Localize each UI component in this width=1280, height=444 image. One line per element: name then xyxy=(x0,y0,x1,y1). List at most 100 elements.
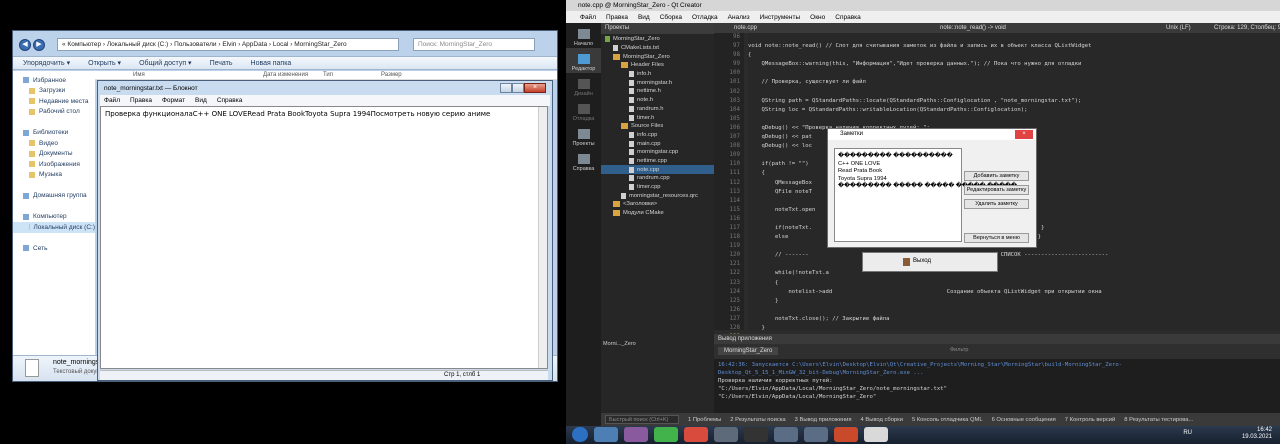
taskbar-qt-icon[interactable] xyxy=(654,427,678,442)
editor-tab-note-cpp[interactable]: note.cpp xyxy=(734,23,757,33)
column-type[interactable]: Тип xyxy=(323,72,333,78)
status-tab[interactable]: 7 Контроль версий xyxy=(1065,417,1115,423)
menu-edit[interactable]: Правка xyxy=(130,97,152,104)
open-button[interactable]: Открыть ▾ xyxy=(88,59,121,67)
column-name[interactable]: Имя xyxy=(133,72,145,78)
column-date[interactable]: Дата изменения xyxy=(263,72,308,78)
forward-icon[interactable]: ▶ xyxy=(33,39,45,51)
mode-2[interactable]: Дизайн xyxy=(566,73,601,98)
back-icon[interactable]: ◀ xyxy=(19,39,31,51)
taskbar-app2-icon[interactable] xyxy=(834,427,858,442)
sidebar-item[interactable]: Библиотеки xyxy=(13,128,95,139)
projects-header[interactable]: Проекты xyxy=(601,23,714,34)
build-target[interactable]: Morni..._Zero xyxy=(603,341,636,347)
tree-item[interactable]: nettime.cpp xyxy=(601,157,714,166)
maximize-button[interactable] xyxy=(512,82,524,93)
status-tab[interactable]: 8 Результаты тестирова... xyxy=(1124,417,1193,423)
sidebar-item[interactable]: Рабочий стол xyxy=(13,107,95,118)
qt-menu-item[interactable]: Справка xyxy=(835,14,861,21)
clock[interactable]: 16:42 19.03.2021 xyxy=(1242,427,1272,441)
status-tab[interactable]: 3 Вывод приложения xyxy=(795,417,852,423)
tree-item[interactable]: morningstar.cpp xyxy=(601,148,714,157)
taskbar-explorer-icon[interactable] xyxy=(594,427,618,442)
tree-item[interactable]: timer.h xyxy=(601,113,714,122)
tree-item[interactable]: note.h xyxy=(601,96,714,105)
vertical-scrollbar[interactable] xyxy=(538,107,547,368)
notes-list[interactable]: ��������� ���������� C++ ONE LOVE Read Pra… xyxy=(834,148,1017,242)
taskbar-app3-icon[interactable] xyxy=(864,427,888,442)
taskbar-cm-icon[interactable] xyxy=(744,427,768,442)
sidebar-item[interactable]: Локальный диск (C:) xyxy=(13,222,95,233)
qt-menu-item[interactable]: Правка xyxy=(606,14,628,21)
tree-item[interactable]: nettime.h xyxy=(601,87,714,96)
locator-input[interactable]: Быстрый поиск (Ctrl+K) xyxy=(605,415,679,424)
qt-menu-item[interactable]: Анализ xyxy=(728,14,750,21)
sidebar-item[interactable]: Компьютер xyxy=(13,212,95,223)
tree-item[interactable]: main.cpp xyxy=(601,139,714,148)
tree-item[interactable]: timer.cpp xyxy=(601,183,714,192)
taskbar-vs-icon[interactable] xyxy=(624,427,648,442)
address-bar[interactable]: « Компьютер › Локальный диск (C:) › Поль… xyxy=(57,38,399,51)
sidebar-item[interactable]: Музыка xyxy=(13,170,95,181)
mode-4[interactable]: Проекты xyxy=(566,123,601,148)
note-item[interactable]: Toyota Supra 1994 xyxy=(835,176,961,184)
tree-item[interactable]: randrum.h xyxy=(601,105,714,114)
print-button[interactable]: Печать xyxy=(210,60,233,67)
menu-view[interactable]: Вид xyxy=(195,97,207,104)
exit-button[interactable]: Выход xyxy=(913,258,931,264)
tree-item[interactable]: info.cpp xyxy=(601,131,714,140)
note-item[interactable]: Read Prata Book xyxy=(835,168,961,176)
mode-3[interactable]: Отладка xyxy=(566,98,601,123)
function-selector[interactable]: note::note_read() -> void xyxy=(940,23,1006,33)
status-tab[interactable]: 5 Консоль отладчика QML xyxy=(912,417,983,423)
qt-menu-item[interactable]: Вид xyxy=(638,14,650,21)
note-item[interactable]: ��������� ����� ����� ����� ����� xyxy=(835,183,1017,191)
sidebar-item[interactable]: Домашняя группа xyxy=(13,191,95,202)
tree-item[interactable]: Модули CMake xyxy=(601,209,714,218)
notepad-text-area[interactable]: Проверка функционалаС++ ONE LOVERead Pra… xyxy=(100,106,548,369)
tree-item[interactable]: Source Files xyxy=(601,122,714,131)
note-item[interactable]: C++ ONE LOVE xyxy=(835,161,961,169)
back-to-menu-button[interactable]: Вернуться в меню xyxy=(964,233,1029,243)
line-ending-selector[interactable]: Unix (LF) xyxy=(1166,23,1191,33)
taskbar-chrome-icon[interactable] xyxy=(684,427,708,442)
sidebar-item[interactable]: Документы xyxy=(13,149,95,160)
tree-item[interactable]: randrum.cpp xyxy=(601,174,714,183)
tree-item[interactable]: note.cpp xyxy=(601,165,714,174)
qt-menu-item[interactable]: Сборка xyxy=(660,14,682,21)
tree-item[interactable]: morningstar.h xyxy=(601,78,714,87)
minimize-button[interactable] xyxy=(500,82,512,93)
organize-button[interactable]: Упорядочить ▾ xyxy=(23,59,70,67)
search-input[interactable]: Поиск: MorningStar_Zero xyxy=(413,38,535,51)
mode-1[interactable]: Редактор xyxy=(566,48,601,73)
close-button[interactable]: × xyxy=(524,82,546,93)
status-tab[interactable]: 1 Проблемы xyxy=(688,417,721,423)
edit-note-button[interactable]: Редактировать заметку xyxy=(964,185,1029,195)
tree-item[interactable]: Header Files xyxy=(601,61,714,70)
qt-menu-item[interactable]: Окно xyxy=(810,14,825,21)
qt-menu-item[interactable]: Инструменты xyxy=(760,14,801,21)
mode-5[interactable]: Справка xyxy=(566,148,601,173)
taskbar-window-icon[interactable] xyxy=(774,427,798,442)
start-button[interactable] xyxy=(572,427,588,442)
menu-file[interactable]: Файл xyxy=(104,97,120,104)
status-tab[interactable]: 6 Основные сообщения xyxy=(992,417,1056,423)
delete-note-button[interactable]: Удалить заметку xyxy=(964,199,1029,209)
tree-item[interactable]: morningstar_resources.qrc xyxy=(601,191,714,200)
output-tab[interactable]: MorningStar_Zero xyxy=(718,347,779,355)
note-item[interactable]: ��������� ���������� xyxy=(835,153,961,161)
tree-item[interactable]: MorningStar_Zero xyxy=(601,35,714,44)
tree-item[interactable]: info.h xyxy=(601,70,714,79)
tree-item[interactable]: <Заголовки> xyxy=(601,200,714,209)
notepad-content[interactable]: Проверка функционалаС++ ONE LOVERead Pra… xyxy=(105,110,490,118)
filter-input[interactable]: Фильтр xyxy=(950,347,968,353)
sidebar-item[interactable]: Загрузки xyxy=(13,86,95,97)
taskbar-notepad-icon[interactable] xyxy=(804,427,828,442)
new-folder-button[interactable]: Новая папка xyxy=(251,60,292,67)
tree-item[interactable]: CMakeLists.txt xyxy=(601,44,714,53)
column-size[interactable]: Размер xyxy=(381,72,402,78)
add-note-button[interactable]: Добавить заметку xyxy=(964,171,1029,181)
sidebar-item[interactable]: Видео xyxy=(13,138,95,149)
sidebar-item[interactable]: Сеть xyxy=(13,243,95,254)
status-tab[interactable]: 2 Результаты поиска xyxy=(730,417,785,423)
